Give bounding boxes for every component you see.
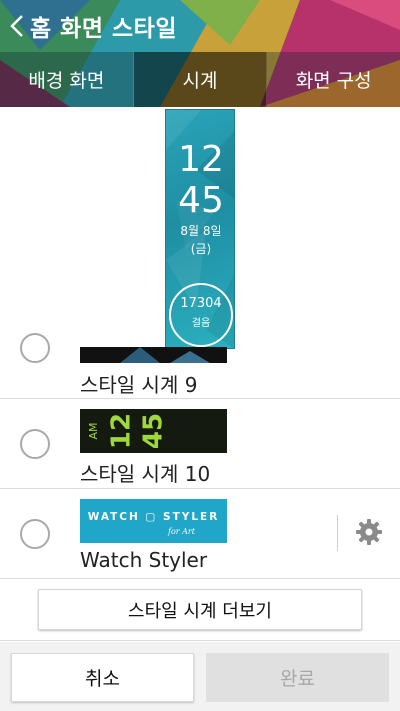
preview-hour: 12 xyxy=(178,139,224,180)
preview-steps-label: 걸음 xyxy=(191,318,211,329)
more-styles-button[interactable]: 스타일 시계 더보기 xyxy=(38,589,362,630)
list-item[interactable]: 스타일 시계 9 xyxy=(0,333,400,399)
list-item[interactable]: WATCH ▢ STYLER for Art Watch Styler xyxy=(0,489,400,579)
thumb-am: AM xyxy=(87,422,100,439)
style-label: 스타일 시계 9 xyxy=(80,373,198,397)
style-thumbnail: AM 12 45 xyxy=(80,409,227,453)
style-label: Watch Styler xyxy=(80,548,208,572)
footer-bar: 취소 완료 xyxy=(0,642,400,711)
thumb-hour: 12 xyxy=(107,413,137,449)
style-label: 스타일 시계 10 xyxy=(80,462,211,486)
tab-bar: 배경 화면 시계 화면 구성 xyxy=(0,52,400,107)
tab-clock[interactable]: 시계 xyxy=(133,52,268,107)
settings-button[interactable] xyxy=(355,518,383,546)
style-thumbnail xyxy=(80,347,227,363)
clock-style-list: 스타일 시계 9 AM 12 45 스타일 시계 10 WATCH ▢ STYL… xyxy=(0,333,400,579)
radio-button[interactable] xyxy=(20,429,50,459)
thumbnail-pattern xyxy=(120,347,210,363)
title-bar: 홈 화면 스타일 xyxy=(0,0,400,52)
radio-button[interactable] xyxy=(20,519,50,549)
preview-steps: 17304 xyxy=(180,296,222,311)
tab-layout[interactable]: 화면 구성 xyxy=(267,52,400,107)
chevron-left-icon xyxy=(10,15,23,37)
style-thumbnail: WATCH ▢ STYLER for Art xyxy=(80,499,227,543)
preview-day: (금) xyxy=(190,242,212,256)
radio-button[interactable] xyxy=(20,333,50,363)
thumbnail-neon-clock: AM 12 45 xyxy=(87,413,169,449)
app-header: 홈 화면 스타일 배경 화면 시계 화면 구성 xyxy=(0,0,400,107)
back-button[interactable] xyxy=(0,0,30,52)
thumb-minute: 45 xyxy=(139,413,169,449)
tab-wallpaper[interactable]: 배경 화면 xyxy=(0,52,134,107)
preview-minute: 45 xyxy=(178,180,224,221)
done-button[interactable]: 완료 xyxy=(206,653,389,702)
watch-styler-logo: WATCH ▢ STYLER xyxy=(87,511,220,523)
cancel-button[interactable]: 취소 xyxy=(11,653,194,702)
clock-preview: 12 45 8월 8일 (금) 17304 걸음 xyxy=(165,109,235,349)
clock-preview-area: 12 45 8월 8일 (금) 17304 걸음 xyxy=(0,107,400,349)
gear-icon xyxy=(356,519,382,545)
preview-date: 8월 8일 xyxy=(180,224,222,238)
list-item[interactable]: AM 12 45 스타일 시계 10 xyxy=(0,399,400,489)
more-row: 스타일 시계 더보기 xyxy=(0,580,400,641)
page-title: 홈 화면 스타일 xyxy=(30,16,177,42)
watch-styler-sub: for Art xyxy=(168,527,195,536)
divider xyxy=(337,515,338,551)
